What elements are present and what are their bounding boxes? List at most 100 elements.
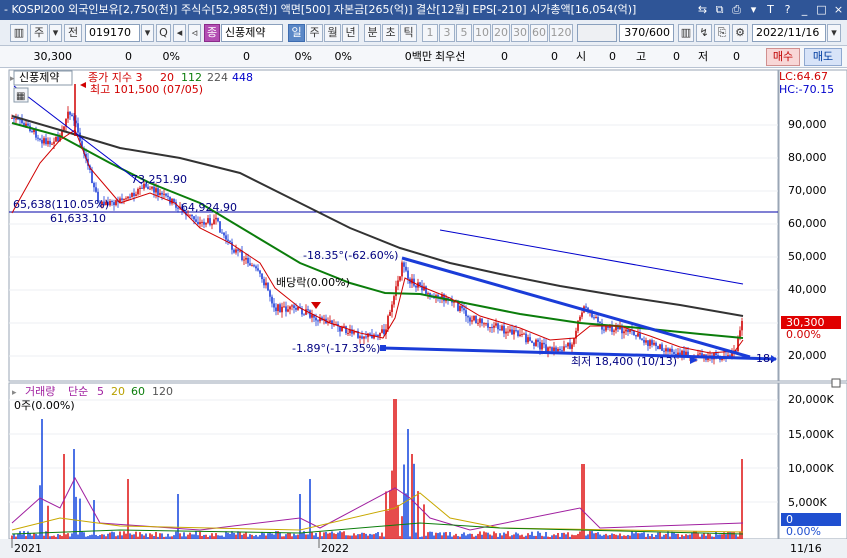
maximize-icon[interactable]: □ — [813, 0, 830, 20]
period-month-tab[interactable]: 월 — [324, 24, 341, 42]
candle-body — [665, 348, 667, 352]
volume-bar — [199, 531, 201, 539]
candle-body — [475, 315, 477, 324]
candle-body — [537, 339, 539, 342]
volume-bar — [583, 464, 585, 539]
interval-1[interactable]: 1 — [422, 24, 438, 42]
dropdown-icon[interactable]: ▾ — [745, 0, 762, 20]
volume-bar — [459, 536, 461, 539]
data-count-field[interactable]: 370/600 — [619, 24, 674, 42]
volume-bar — [21, 534, 23, 539]
market-type-button[interactable]: 주 — [30, 24, 48, 42]
candle-body — [661, 344, 663, 351]
close-icon[interactable]: × — [830, 0, 847, 20]
candle-body — [467, 316, 469, 318]
save-icon[interactable]: ⎘ — [714, 24, 730, 42]
volume-bar — [87, 536, 89, 539]
interval-5[interactable]: 5 — [456, 24, 472, 42]
volume-bar — [505, 533, 507, 539]
candle-body — [63, 126, 65, 131]
interval-30[interactable]: 30 — [511, 24, 529, 42]
ask-value: 0 — [501, 50, 508, 63]
volume-bar — [269, 532, 271, 539]
volume-bar — [683, 536, 685, 539]
period-day-tab[interactable]: 일 — [288, 24, 305, 42]
volume-bar — [285, 534, 287, 539]
price-tick: 70,000 — [788, 184, 827, 197]
interval-20[interactable]: 20 — [492, 24, 510, 42]
all-button[interactable]: 전 — [64, 24, 82, 42]
volume-bar — [675, 533, 677, 539]
candle-body — [141, 187, 143, 189]
stock-code-input[interactable]: 019170 — [85, 24, 140, 42]
candle-body — [519, 334, 521, 336]
speaker-icon[interactable]: ◃ — [188, 24, 201, 42]
period-minute-tab[interactable]: 분 — [364, 24, 381, 42]
copy-window-icon[interactable]: ⧉ — [711, 0, 728, 20]
interval-3[interactable]: 3 — [439, 24, 455, 42]
candle-body — [487, 323, 489, 328]
interval-120[interactable]: 120 — [549, 24, 573, 42]
volume-bar — [69, 536, 71, 539]
volume-bar — [479, 531, 481, 539]
candle-body — [263, 279, 265, 286]
candle-body — [277, 304, 279, 312]
chart-area[interactable]: ▸ 신풍제약 종가 지수 3 20 112 224 448 ▦ LC:64.67… — [0, 68, 847, 558]
trendline-anchor[interactable] — [380, 345, 386, 351]
custom-interval-input[interactable] — [577, 24, 617, 42]
print-icon[interactable]: ⎙ — [728, 0, 745, 20]
candle-body — [125, 198, 127, 200]
candle-body — [655, 342, 657, 347]
period-year-tab[interactable]: 년 — [342, 24, 359, 42]
sell-button[interactable]: 매도 — [804, 48, 842, 66]
stock-tag: 종 — [204, 24, 220, 42]
chart-tool-icon[interactable]: ↯ — [696, 24, 712, 42]
interval-60[interactable]: 60 — [530, 24, 548, 42]
period-tick-tab[interactable]: 틱 — [400, 24, 417, 42]
candle-body — [627, 329, 629, 332]
prev-stock-icon[interactable]: ◂ — [173, 24, 186, 42]
volume-bar — [97, 536, 99, 539]
period-second-tab[interactable]: 초 — [382, 24, 399, 42]
candle-body — [565, 346, 567, 348]
layout-icon[interactable]: ▥ — [10, 24, 28, 42]
panel-maximize-icon[interactable] — [831, 378, 841, 388]
minimize-icon[interactable]: _ — [796, 0, 813, 20]
candle-body — [129, 196, 131, 198]
volume-bar — [105, 536, 107, 539]
volume-bar — [197, 535, 199, 539]
volume-bar — [575, 535, 577, 539]
volume-bar — [581, 464, 583, 539]
calendar-dropdown-icon[interactable]: ▾ — [827, 24, 841, 42]
market-dropdown-icon[interactable]: ▾ — [49, 24, 62, 42]
date-field[interactable]: 2022/11/16 — [752, 24, 826, 42]
grid-icon[interactable]: ▥ — [678, 24, 694, 42]
volume-bar — [519, 535, 521, 539]
volume-bar — [119, 531, 121, 539]
period-week-tab[interactable]: 주 — [306, 24, 323, 42]
settings-icon[interactable]: ⚙ — [732, 24, 748, 42]
candle-body — [389, 312, 391, 316]
annotation-61633: 61,633.10 — [50, 212, 106, 225]
candle-body — [415, 285, 417, 288]
candle-body — [199, 222, 201, 225]
interval-10[interactable]: 10 — [473, 24, 491, 42]
volume-bar — [559, 536, 561, 539]
buy-button[interactable]: 매수 — [766, 48, 800, 66]
volume-bar — [481, 534, 483, 539]
volume-bar — [579, 531, 581, 539]
help-icon[interactable]: ? — [779, 0, 796, 20]
font-icon[interactable]: T — [762, 0, 779, 20]
link-icon[interactable]: ⇆ — [694, 0, 711, 20]
code-dropdown-icon[interactable]: ▾ — [141, 24, 154, 42]
search-icon[interactable]: Q — [156, 24, 171, 42]
volume-bar — [331, 531, 333, 539]
volume-tick: 15,000K — [788, 428, 834, 441]
candle-body — [219, 221, 221, 233]
quote-field-2: 0% — [294, 50, 312, 63]
volume-bar — [31, 535, 33, 539]
volume-bar — [253, 536, 255, 539]
chart-svg[interactable]: ▸ 신풍제약 종가 지수 3 20 112 224 448 ▦ LC:64.67… — [0, 68, 847, 558]
volume-bar — [409, 536, 411, 539]
candle-body — [353, 331, 355, 334]
